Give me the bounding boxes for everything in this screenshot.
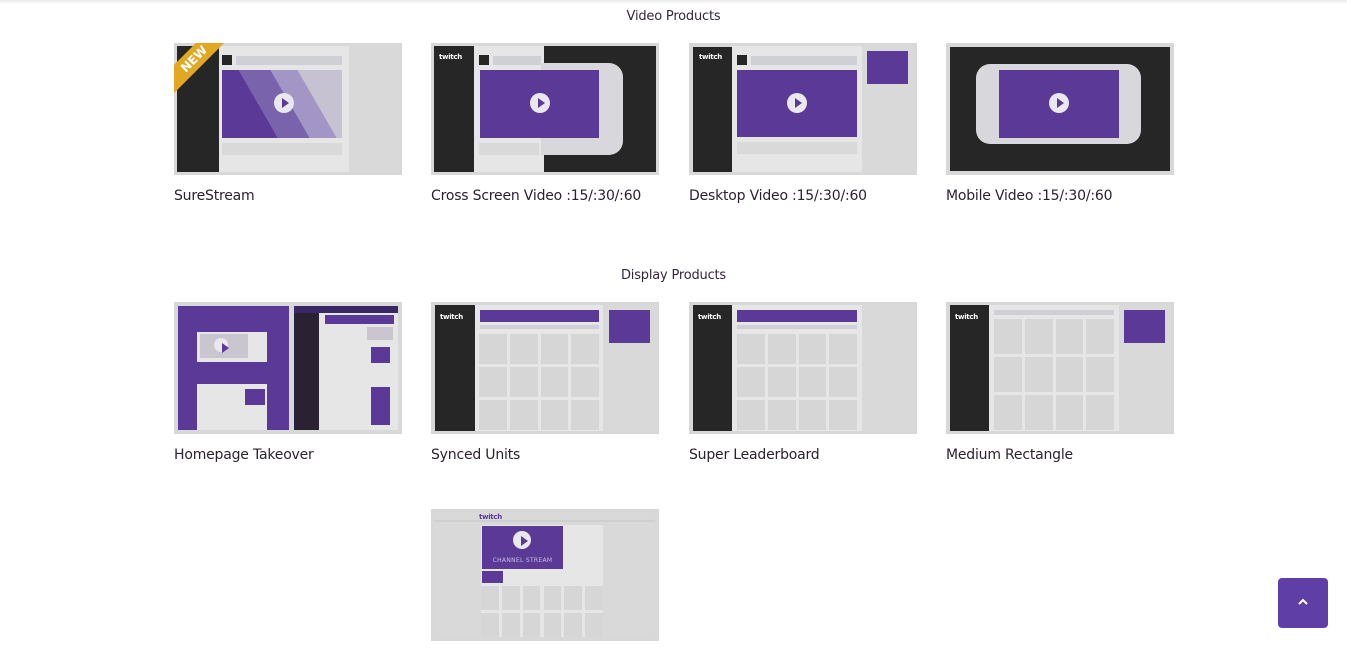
product-thumbnail [946, 43, 1174, 175]
product-label: Homepage Takeover [174, 447, 314, 463]
placeholder-tile [501, 586, 520, 610]
placeholder-tile [737, 400, 765, 430]
placeholder-tile [481, 613, 499, 637]
placeholder-tile [829, 400, 857, 430]
placeholder-tile [540, 334, 569, 364]
product-card-synced-units[interactable]: twitch Synced Units [431, 302, 659, 463]
placeholder-tile [1086, 357, 1114, 392]
product-thumbnail: twitch CHANNEL STREAM [431, 509, 659, 641]
placeholder-tile [1055, 319, 1084, 354]
placeholder-tile [509, 367, 538, 397]
placeholder-tile [501, 613, 520, 637]
placeholder-tile [798, 367, 827, 397]
product-label: Cross Screen Video :15/:30/:60 [431, 188, 642, 204]
placeholder-tile [479, 367, 507, 397]
product-label: Desktop Video :15/:30/:60 [689, 188, 867, 204]
placeholder-tile [481, 586, 499, 610]
product-thumbnail: twitch [689, 43, 917, 175]
product-card-surestream[interactable]: NEW SureStream [174, 43, 402, 204]
placeholder-tile [994, 319, 1022, 354]
product-card-desktop-video[interactable]: twitch Desktop Video :15/:30/:60 [689, 43, 917, 204]
tile-grid [479, 334, 599, 430]
product-thumbnail: twitch [431, 43, 659, 175]
placeholder-tile [540, 367, 569, 397]
placeholder-tile [829, 367, 857, 397]
placeholder-tile [767, 334, 796, 364]
placeholder-tile [767, 400, 796, 430]
product-card-super-leaderboard[interactable]: twitch Super Leaderboard [689, 302, 917, 463]
placeholder-tile [509, 334, 538, 364]
product-thumbnail: NEW [174, 43, 402, 175]
placeholder-tile [1055, 357, 1084, 392]
placeholder-tile [585, 613, 603, 637]
product-thumbnail: twitch [431, 302, 659, 434]
product-thumbnail [174, 302, 402, 434]
placeholder-tile [571, 367, 599, 397]
product-card-cross-screen-video[interactable]: twitch Cross Screen Video :15/:30/:60 [431, 43, 659, 204]
product-label: Synced Units [431, 447, 521, 463]
placeholder-tile [829, 334, 857, 364]
placeholder-tile [564, 586, 583, 610]
placeholder-tile [571, 400, 599, 430]
section-title-video: Video Products [626, 9, 721, 24]
placeholder-tile [1086, 319, 1114, 354]
product-label: Medium Rectangle [946, 447, 1073, 463]
header-shadow [0, 0, 1347, 4]
placeholder-tile [540, 400, 569, 430]
twitch-logo-icon: twitch [955, 313, 978, 321]
tile-grid [481, 586, 603, 637]
placeholder-tile [479, 400, 507, 430]
placeholder-tile [1024, 395, 1053, 430]
placeholder-tile [798, 334, 827, 364]
placeholder-tile [994, 357, 1022, 392]
product-thumbnail: twitch [946, 302, 1174, 434]
placeholder-tile [994, 395, 1022, 430]
placeholder-tile [522, 586, 541, 610]
twitch-logo-icon: twitch [699, 53, 722, 61]
placeholder-tile [479, 334, 507, 364]
placeholder-tile [543, 613, 562, 637]
placeholder-tile [1024, 357, 1053, 392]
placeholder-tile [1086, 395, 1114, 430]
product-card-channel-stream[interactable]: twitch CHANNEL STREAM [431, 509, 659, 641]
placeholder-tile [1055, 395, 1084, 430]
tile-grid [737, 334, 857, 430]
placeholder-tile [798, 400, 827, 430]
product-card-homepage-takeover[interactable]: Homepage Takeover [174, 302, 402, 463]
placeholder-tile [543, 586, 562, 610]
placeholder-tile [737, 367, 765, 397]
product-card-medium-rectangle[interactable]: twitch Medium Rectangle [946, 302, 1174, 463]
product-card-mobile-video[interactable]: Mobile Video :15/:30/:60 [946, 43, 1174, 204]
placeholder-tile [737, 334, 765, 364]
placeholder-tile [564, 613, 583, 637]
chevron-up-icon [1298, 598, 1308, 605]
product-label: SureStream [174, 188, 255, 204]
placeholder-tile [571, 334, 599, 364]
section-title-display: Display Products [621, 268, 726, 283]
twitch-logo-icon: twitch [698, 313, 721, 321]
placeholder-tile [585, 586, 603, 610]
channel-stream-text: CHANNEL STREAM [492, 557, 553, 564]
product-label: Super Leaderboard [689, 447, 820, 463]
placeholder-tile [509, 400, 538, 430]
product-thumbnail: twitch [689, 302, 917, 434]
product-label: Mobile Video :15/:30/:60 [946, 188, 1113, 204]
scroll-to-top-button[interactable] [1278, 578, 1328, 628]
twitch-logo-icon: twitch [479, 513, 502, 521]
twitch-logo-icon: twitch [440, 313, 463, 321]
twitch-logo-icon: twitch [439, 53, 462, 61]
placeholder-tile [767, 367, 796, 397]
tile-grid [994, 319, 1114, 430]
placeholder-tile [1024, 319, 1053, 354]
placeholder-tile [522, 613, 541, 637]
